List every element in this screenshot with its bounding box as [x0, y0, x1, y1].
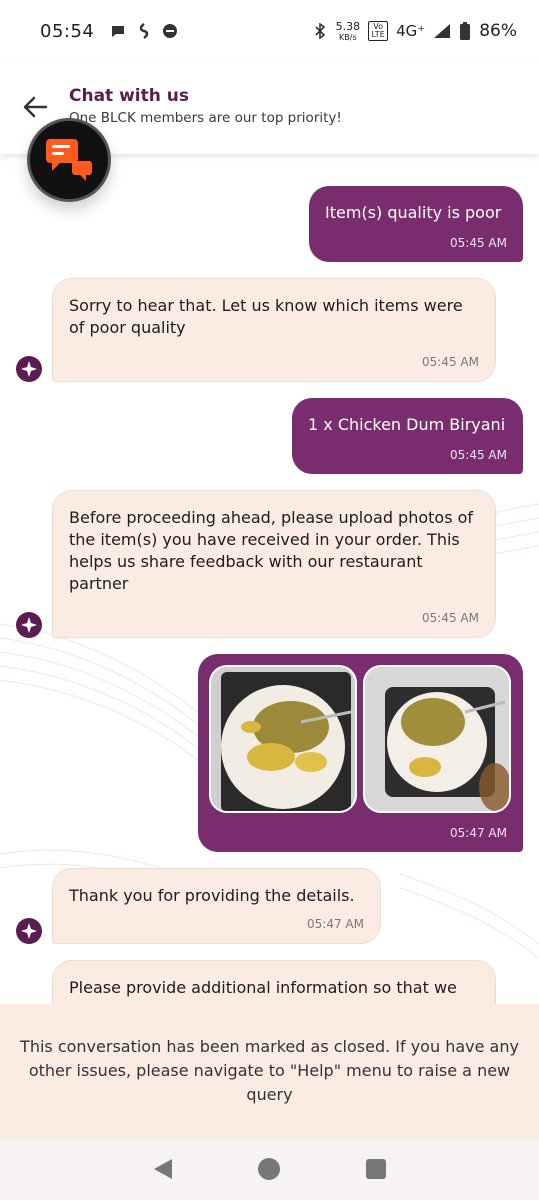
circle-home-icon[interactable]: [257, 1157, 281, 1181]
bluetooth-icon: [315, 23, 325, 39]
message-time: 05:45 AM: [450, 448, 507, 462]
net-speed-value: 5.38: [335, 19, 361, 33]
biryani-photo-image: [365, 667, 509, 811]
user-message: Item(s) quality is poor 05:45 AM: [309, 186, 523, 262]
status-bar: 05:54 5.38 KB/s Vo LTE 4G⁺ 86%: [0, 0, 539, 62]
sparkle-icon: [21, 617, 37, 633]
status-time: 05:54: [40, 20, 95, 42]
user-message: 1 x Chicken Dum Biryani 05:45 AM: [292, 398, 523, 474]
message-time: 05:45 AM: [422, 611, 479, 625]
message-text: Sorry to hear that. Let us know which it…: [69, 296, 463, 337]
system-nav-bar: [0, 1138, 539, 1200]
arrow-left-icon[interactable]: [20, 92, 50, 122]
bot-message: Thank you for providing the details. 05:…: [52, 868, 381, 944]
message-text: Please provide additional information so…: [69, 978, 457, 997]
message-text: 1 x Chicken Dum Biryani: [308, 415, 506, 434]
app-notification-icon: [140, 23, 149, 39]
battery-percent: 86%: [479, 21, 517, 41]
bot-avatar: [16, 612, 42, 638]
chat-bubbles-icon: [46, 139, 92, 181]
triangle-back-icon[interactable]: [152, 1157, 174, 1181]
message-text: Thank you for providing the details.: [69, 886, 355, 905]
bot-message: Before proceeding ahead, please upload p…: [52, 490, 496, 638]
status-left: 05:54: [40, 21, 178, 42]
closed-notice-text: This conversation has been marked as clo…: [20, 1037, 519, 1104]
message-text: Item(s) quality is poor: [325, 203, 502, 222]
user-image-message: 05:47 AM: [198, 654, 523, 852]
agent-avatar: [27, 118, 111, 202]
net-speed: 5.38 KB/s: [335, 19, 361, 42]
conversation-closed-notice: This conversation has been marked as clo…: [0, 1004, 539, 1138]
wear-notification-icon: [163, 24, 178, 38]
food-photo[interactable]: [363, 665, 511, 813]
message-text: Before proceeding ahead, please upload p…: [69, 508, 474, 593]
message-time: 05:45 AM: [450, 236, 507, 250]
square-recents-icon[interactable]: [365, 1158, 387, 1180]
battery-icon: [460, 22, 471, 40]
message-time: 05:47 AM: [450, 826, 507, 840]
chat-messages[interactable]: Item(s) quality is poor 05:45 AM Sorry t…: [0, 154, 539, 1004]
message-time: 05:47 AM: [307, 917, 364, 931]
bot-message: Sorry to hear that. Let us know which it…: [52, 278, 496, 382]
chat-notification-icon: [112, 26, 125, 37]
sparkle-icon: [21, 923, 37, 939]
volte-badge: Vo LTE: [368, 21, 389, 41]
status-right: 5.38 KB/s Vo LTE 4G⁺ 86%: [312, 19, 517, 42]
page-title: Chat with us: [69, 86, 189, 106]
page-subtitle: One BLCK members are our top priority!: [69, 110, 342, 126]
bot-message: Please provide additional information so…: [52, 960, 496, 1004]
biryani-photo-image: [211, 667, 355, 811]
food-photo[interactable]: [209, 665, 357, 813]
network-type: 4G⁺: [396, 22, 426, 40]
sparkle-icon: [21, 361, 37, 377]
signal-icon: [434, 24, 451, 38]
bot-avatar: [16, 918, 42, 944]
net-speed-unit: KB/s: [339, 32, 357, 42]
bot-avatar: [16, 356, 42, 382]
message-time: 05:45 AM: [422, 355, 479, 369]
